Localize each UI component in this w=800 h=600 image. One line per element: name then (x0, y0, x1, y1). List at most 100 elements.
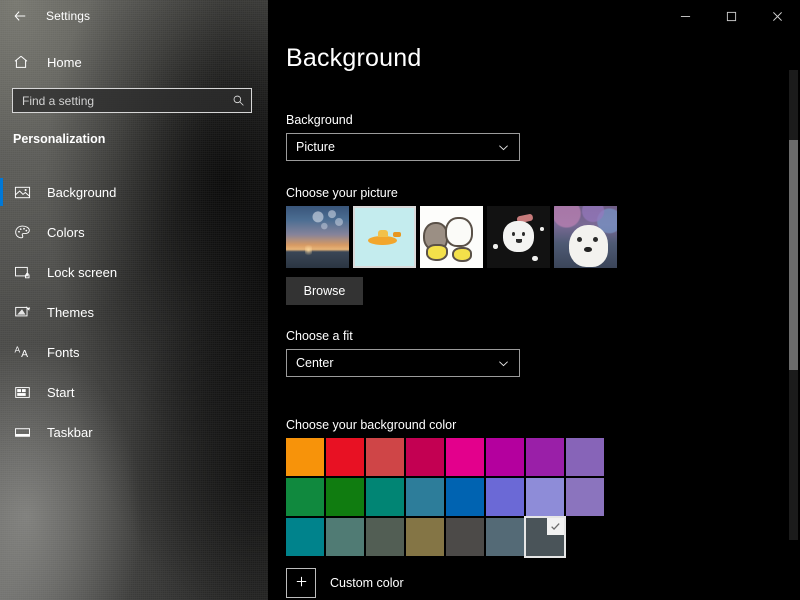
picture-thumbnail-list (286, 206, 617, 268)
start-icon (13, 383, 31, 401)
sidebar-item-label: Taskbar (47, 424, 93, 440)
search-input[interactable] (13, 93, 225, 108)
titlebar-left: Settings (0, 0, 268, 32)
sidebar-item-themes[interactable]: Themes (0, 292, 268, 332)
sidebar-item-background[interactable]: Background (0, 172, 268, 212)
color-swatch[interactable] (486, 518, 524, 556)
color-swatch[interactable] (326, 518, 364, 556)
home-icon (13, 54, 33, 70)
cartoon-cats-thumbnail[interactable] (420, 206, 483, 268)
maximize-icon (726, 11, 737, 22)
sidebar-nav: Background Colors Lock screen Themes A A… (0, 172, 268, 452)
sidebar-item-colors[interactable]: Colors (0, 212, 268, 252)
clouds-decor (311, 209, 346, 234)
dot-decor-2 (539, 227, 544, 231)
search-icon[interactable] (225, 94, 251, 107)
selected-check-notch (547, 518, 564, 535)
color-swatch[interactable] (446, 518, 484, 556)
background-label-wrap: Background (286, 113, 353, 127)
fonts-icon: A A (13, 343, 31, 361)
color-swatch[interactable] (446, 438, 484, 476)
main-scrollbar[interactable] (786, 32, 800, 600)
color-swatch[interactable] (286, 438, 324, 476)
page-title: Background (286, 44, 422, 72)
submarine-body-decor (368, 235, 398, 246)
dot-decor-3 (532, 255, 539, 262)
lock-screen-icon (13, 263, 31, 281)
fit-value: Center (296, 356, 334, 370)
sidebar-item-home[interactable]: Home (0, 48, 268, 76)
plus-icon (294, 574, 309, 592)
color-swatch[interactable] (486, 478, 524, 516)
mouth-decor (515, 239, 522, 243)
white-dog-thumbnail[interactable] (554, 206, 617, 268)
minimize-button[interactable] (662, 0, 708, 32)
background-color-grid (286, 438, 604, 558)
sidebar-item-start[interactable]: Start (0, 372, 268, 412)
color-swatch[interactable] (366, 518, 404, 556)
browse-button[interactable]: Browse (286, 277, 363, 305)
back-button[interactable] (0, 1, 40, 31)
svg-text:A: A (21, 349, 28, 360)
dot-decor-1 (493, 244, 498, 249)
svg-text:A: A (14, 344, 20, 354)
color-swatch[interactable] (446, 478, 484, 516)
choose-picture-label: Choose your picture (286, 186, 398, 200)
yellow-submarine-thumbnail[interactable] (353, 206, 416, 268)
dog-eye-right-decor (593, 237, 599, 242)
color-swatch[interactable] (566, 478, 604, 516)
fit-dropdown[interactable]: Center (286, 349, 520, 377)
close-button[interactable] (754, 0, 800, 32)
color-swatch[interactable] (566, 438, 604, 476)
search-box[interactable] (12, 88, 252, 113)
color-swatch[interactable] (406, 518, 444, 556)
themes-icon (13, 303, 31, 321)
color-swatch[interactable] (406, 478, 444, 516)
color-swatch[interactable] (286, 478, 324, 516)
color-swatch[interactable] (366, 438, 404, 476)
app-title: Settings (46, 9, 91, 23)
color-swatch[interactable] (366, 478, 404, 516)
cat-yellow-decor-1 (426, 244, 448, 261)
background-type-value: Picture (296, 140, 335, 154)
maximize-button[interactable] (708, 0, 754, 32)
dog-head-decor (569, 224, 609, 267)
face-decor (503, 220, 534, 252)
section-title: Personalization (13, 132, 106, 146)
sidebar-item-taskbar[interactable]: Taskbar (0, 412, 268, 452)
close-icon (772, 11, 783, 22)
background-type-dropdown[interactable]: Picture (286, 133, 520, 161)
palette-icon (13, 223, 31, 241)
main-content: Background Background Picture Choose you… (268, 0, 800, 600)
sunset-beach-thumbnail[interactable] (286, 206, 349, 268)
home-label: Home (47, 54, 82, 70)
color-swatch[interactable] (406, 438, 444, 476)
picture-icon (13, 183, 31, 201)
custom-color-row: Custom color (286, 568, 404, 598)
dark-cartoon-face-thumbnail[interactable] (487, 206, 550, 268)
sidebar-item-lock-screen[interactable]: Lock screen (0, 252, 268, 292)
sidebar-item-fonts[interactable]: A A Fonts (0, 332, 268, 372)
scrollbar-thumb[interactable] (789, 140, 798, 370)
color-swatch[interactable] (286, 518, 324, 556)
color-swatch[interactable] (526, 438, 564, 476)
chevron-down-icon (498, 142, 509, 153)
choose-fit-label: Choose a fit (286, 329, 353, 343)
color-swatch[interactable] (526, 478, 564, 516)
sidebar-item-label: Colors (47, 224, 85, 240)
color-swatch[interactable] (326, 478, 364, 516)
sidebar-item-label: Themes (47, 304, 94, 320)
settings-window: Settings Home Find a setting Personaliza… (0, 0, 800, 600)
window-controls (662, 0, 800, 32)
custom-color-add-button[interactable] (286, 568, 316, 598)
color-swatch[interactable] (326, 438, 364, 476)
sidebar-item-label: Lock screen (47, 264, 118, 280)
custom-color-label: Custom color (330, 576, 404, 590)
color-swatch[interactable] (486, 438, 524, 476)
chevron-down-icon (498, 358, 509, 369)
color-swatch-empty (566, 518, 604, 556)
back-arrow-icon (13, 9, 27, 23)
color-swatch[interactable] (524, 516, 566, 558)
sidebar-item-label: Background (47, 184, 117, 200)
sidebar: Settings Home Find a setting Personaliza… (0, 0, 268, 600)
